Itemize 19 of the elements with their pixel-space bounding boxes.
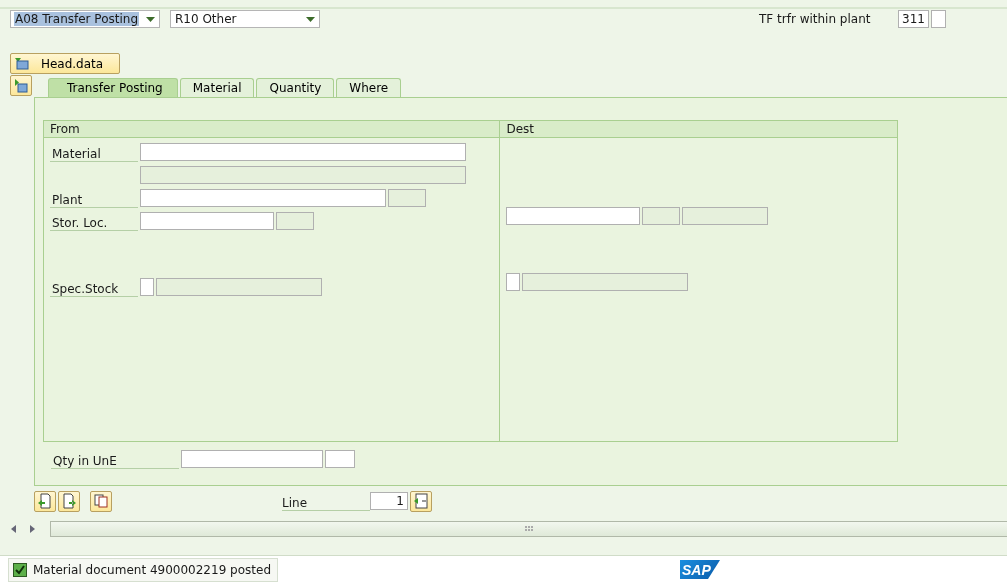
tab[interactable]: Quantity: [256, 78, 335, 97]
field-label: Plant: [50, 189, 138, 208]
tab[interactable]: Material: [179, 78, 255, 97]
field-label: Stor. Loc.: [50, 212, 138, 231]
dropdown[interactable]: A08 Transfer Posting: [10, 10, 160, 28]
field-label: Spec.Stock: [50, 278, 138, 297]
group-header: From: [44, 121, 500, 138]
input-field[interactable]: 311: [898, 10, 929, 28]
head-data-button[interactable]: Head.data: [10, 53, 120, 74]
dropdown[interactable]: R10 Other: [170, 10, 320, 28]
field-label: Material: [50, 143, 138, 162]
tab[interactable]: Transfer Posting: [48, 78, 178, 97]
input-field[interactable]: 1: [370, 492, 408, 510]
logo: SAP: [680, 560, 720, 579]
status-message: Material document 4900002219 posted: [8, 557, 278, 582]
tab[interactable]: Where: [336, 78, 402, 97]
field-label: Qty in UnE: [51, 450, 179, 469]
group-header: Dest: [500, 121, 897, 138]
field-label: TF trfr within plant: [759, 12, 872, 26]
